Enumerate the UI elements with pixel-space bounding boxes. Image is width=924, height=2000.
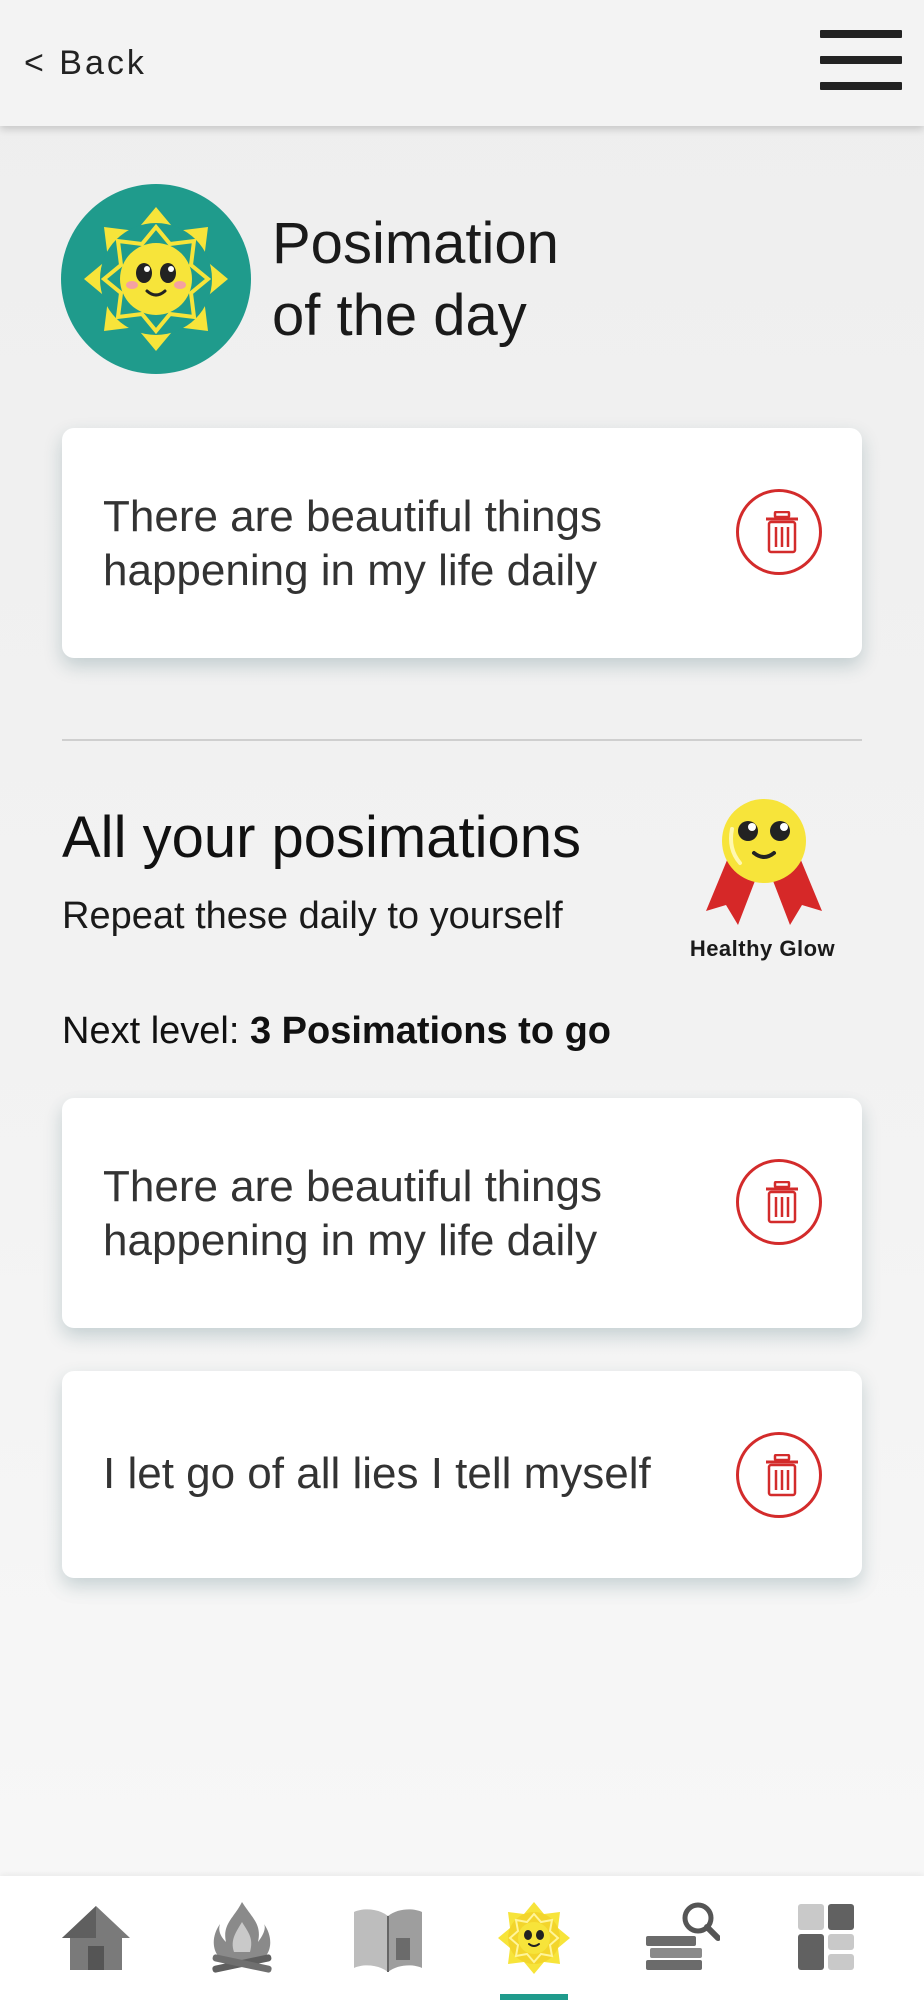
daily-posimation-text: There are beautiful things happening in … [103, 492, 602, 595]
active-tab-indicator [500, 1994, 568, 2000]
trash-icon [766, 511, 798, 554]
daily-posimation-card: There are beautiful things happening in … [62, 428, 862, 658]
section-subtitle: Repeat these daily to yourself [62, 895, 563, 937]
delete-button[interactable] [736, 1432, 822, 1518]
section-divider [62, 739, 862, 741]
back-button[interactable]: < Back [24, 44, 147, 83]
delete-button[interactable] [736, 1159, 822, 1245]
next-level-prefix: Next level: [62, 1010, 250, 1052]
home-icon[interactable] [56, 1898, 136, 1978]
research-books-icon[interactable] [640, 1898, 721, 1978]
top-bar: < Back [0, 0, 924, 126]
posimation-text: I let go of all lies I tell myself [103, 1449, 651, 1498]
book-icon[interactable] [348, 1898, 428, 1978]
page-title-line1: Posimation [272, 211, 559, 276]
hamburger-menu-icon[interactable] [820, 30, 902, 90]
page-title: Posimation of the day [272, 208, 559, 352]
healthy-glow-badge-icon [700, 793, 828, 933]
page-title-line2: of the day [272, 283, 527, 348]
bottom-navigation [0, 1876, 924, 2000]
trash-icon [766, 1454, 798, 1497]
dashboard-icon[interactable] [788, 1898, 868, 1978]
section-title: All your posimations [62, 805, 581, 870]
trash-icon [766, 1181, 798, 1224]
campfire-icon[interactable] [202, 1898, 282, 1978]
next-level-value: 3 Posimations to go [249, 1010, 612, 1052]
posimation-card: I let go of all lies I tell myself [62, 1371, 862, 1578]
next-level-text: Next level: 3 Posimations to go [62, 1010, 611, 1053]
delete-button[interactable] [736, 489, 822, 575]
posimation-text: There are beautiful things happening in … [103, 1162, 602, 1265]
posimation-logo [61, 184, 251, 374]
posimation-sun-icon[interactable] [494, 1898, 574, 1978]
posimation-card: There are beautiful things happening in … [62, 1098, 862, 1328]
badge-label: Healthy Glow [689, 936, 836, 961]
